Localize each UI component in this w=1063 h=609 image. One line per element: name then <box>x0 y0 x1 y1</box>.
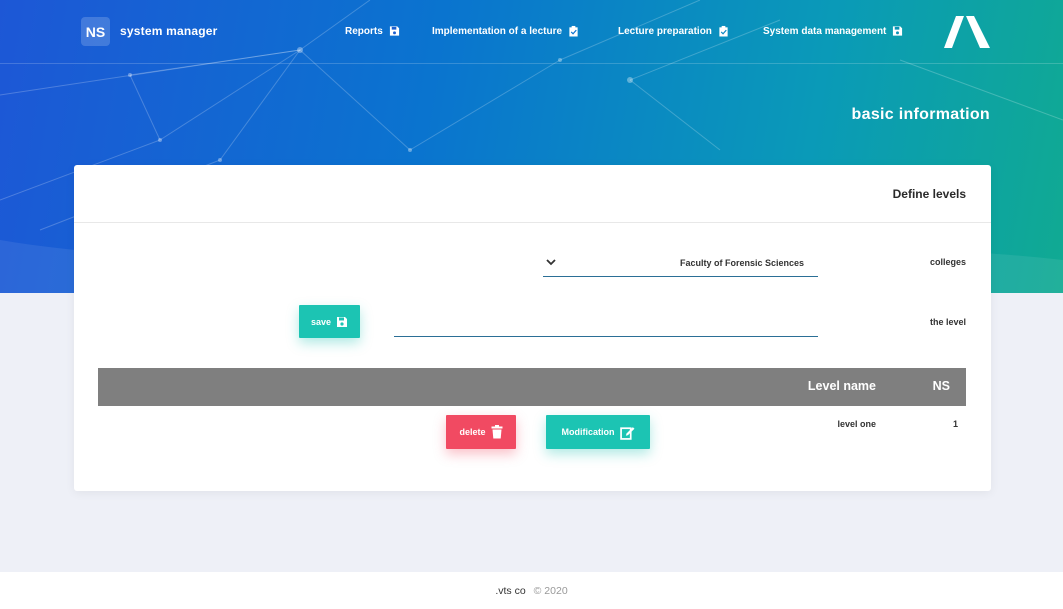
footer-company: .vts co <box>495 584 526 597</box>
save-icon <box>389 26 399 36</box>
modification-button[interactable]: Modification <box>546 415 650 449</box>
row-ns-cell: 1 <box>952 419 958 429</box>
nav-item-label: Implementation of a lecture <box>432 25 563 37</box>
card-title: Define levels <box>892 187 966 201</box>
brand-name[interactable]: system manager <box>120 24 218 38</box>
brand-badge[interactable]: NS <box>81 17 110 46</box>
top-navigation-bar: NS system manager Reports Implementation… <box>0 0 1063 64</box>
app-logo-icon[interactable] <box>942 14 992 50</box>
column-header-level-name: Level name <box>807 379 876 393</box>
trash-icon <box>491 425 502 439</box>
save-button-label: save <box>310 316 332 327</box>
college-select[interactable]: Faculty of Forensic Sciences <box>543 250 818 277</box>
level-label: the level <box>929 317 966 327</box>
card-header: Define levels <box>74 165 991 223</box>
edit-icon <box>619 426 634 440</box>
footer: .vts co © 2020 <box>0 572 1063 609</box>
footer-copyright: © 2020 <box>533 584 568 597</box>
college-select-value: Faculty of Forensic Sciences <box>679 258 804 268</box>
nav-item-label: Reports <box>345 25 383 37</box>
save-icon <box>893 26 903 36</box>
define-levels-card: Define levels colleges Faculty of Forens… <box>74 165 991 491</box>
modification-button-label: Modification <box>561 427 615 437</box>
nav-item-label: System data management <box>763 25 887 37</box>
level-input[interactable] <box>394 313 818 337</box>
nav-item-lecture-preparation[interactable]: Lecture preparation <box>618 25 729 37</box>
save-icon <box>337 316 348 327</box>
nav-item-label: Lecture preparation <box>618 25 712 37</box>
delete-button[interactable]: delete <box>446 415 516 449</box>
chevron-down-icon <box>546 259 556 266</box>
column-header-ns: NS <box>932 379 950 393</box>
nav-item-reports[interactable]: Reports <box>345 25 400 37</box>
page-title: basic information <box>851 106 990 123</box>
save-button[interactable]: save <box>299 305 360 338</box>
clipboard-check-icon <box>719 25 728 37</box>
nav-item-system-data-management[interactable]: System data management <box>763 25 903 37</box>
row-level-name-cell: level one <box>837 419 876 429</box>
table-header-row: NS Level name <box>98 368 966 406</box>
nav-item-implementation-of-a-lecture[interactable]: Implementation of a lecture <box>432 25 579 37</box>
delete-button-label: delete <box>459 427 486 437</box>
clipboard-check-icon <box>569 25 578 37</box>
colleges-label: colleges <box>929 257 966 267</box>
